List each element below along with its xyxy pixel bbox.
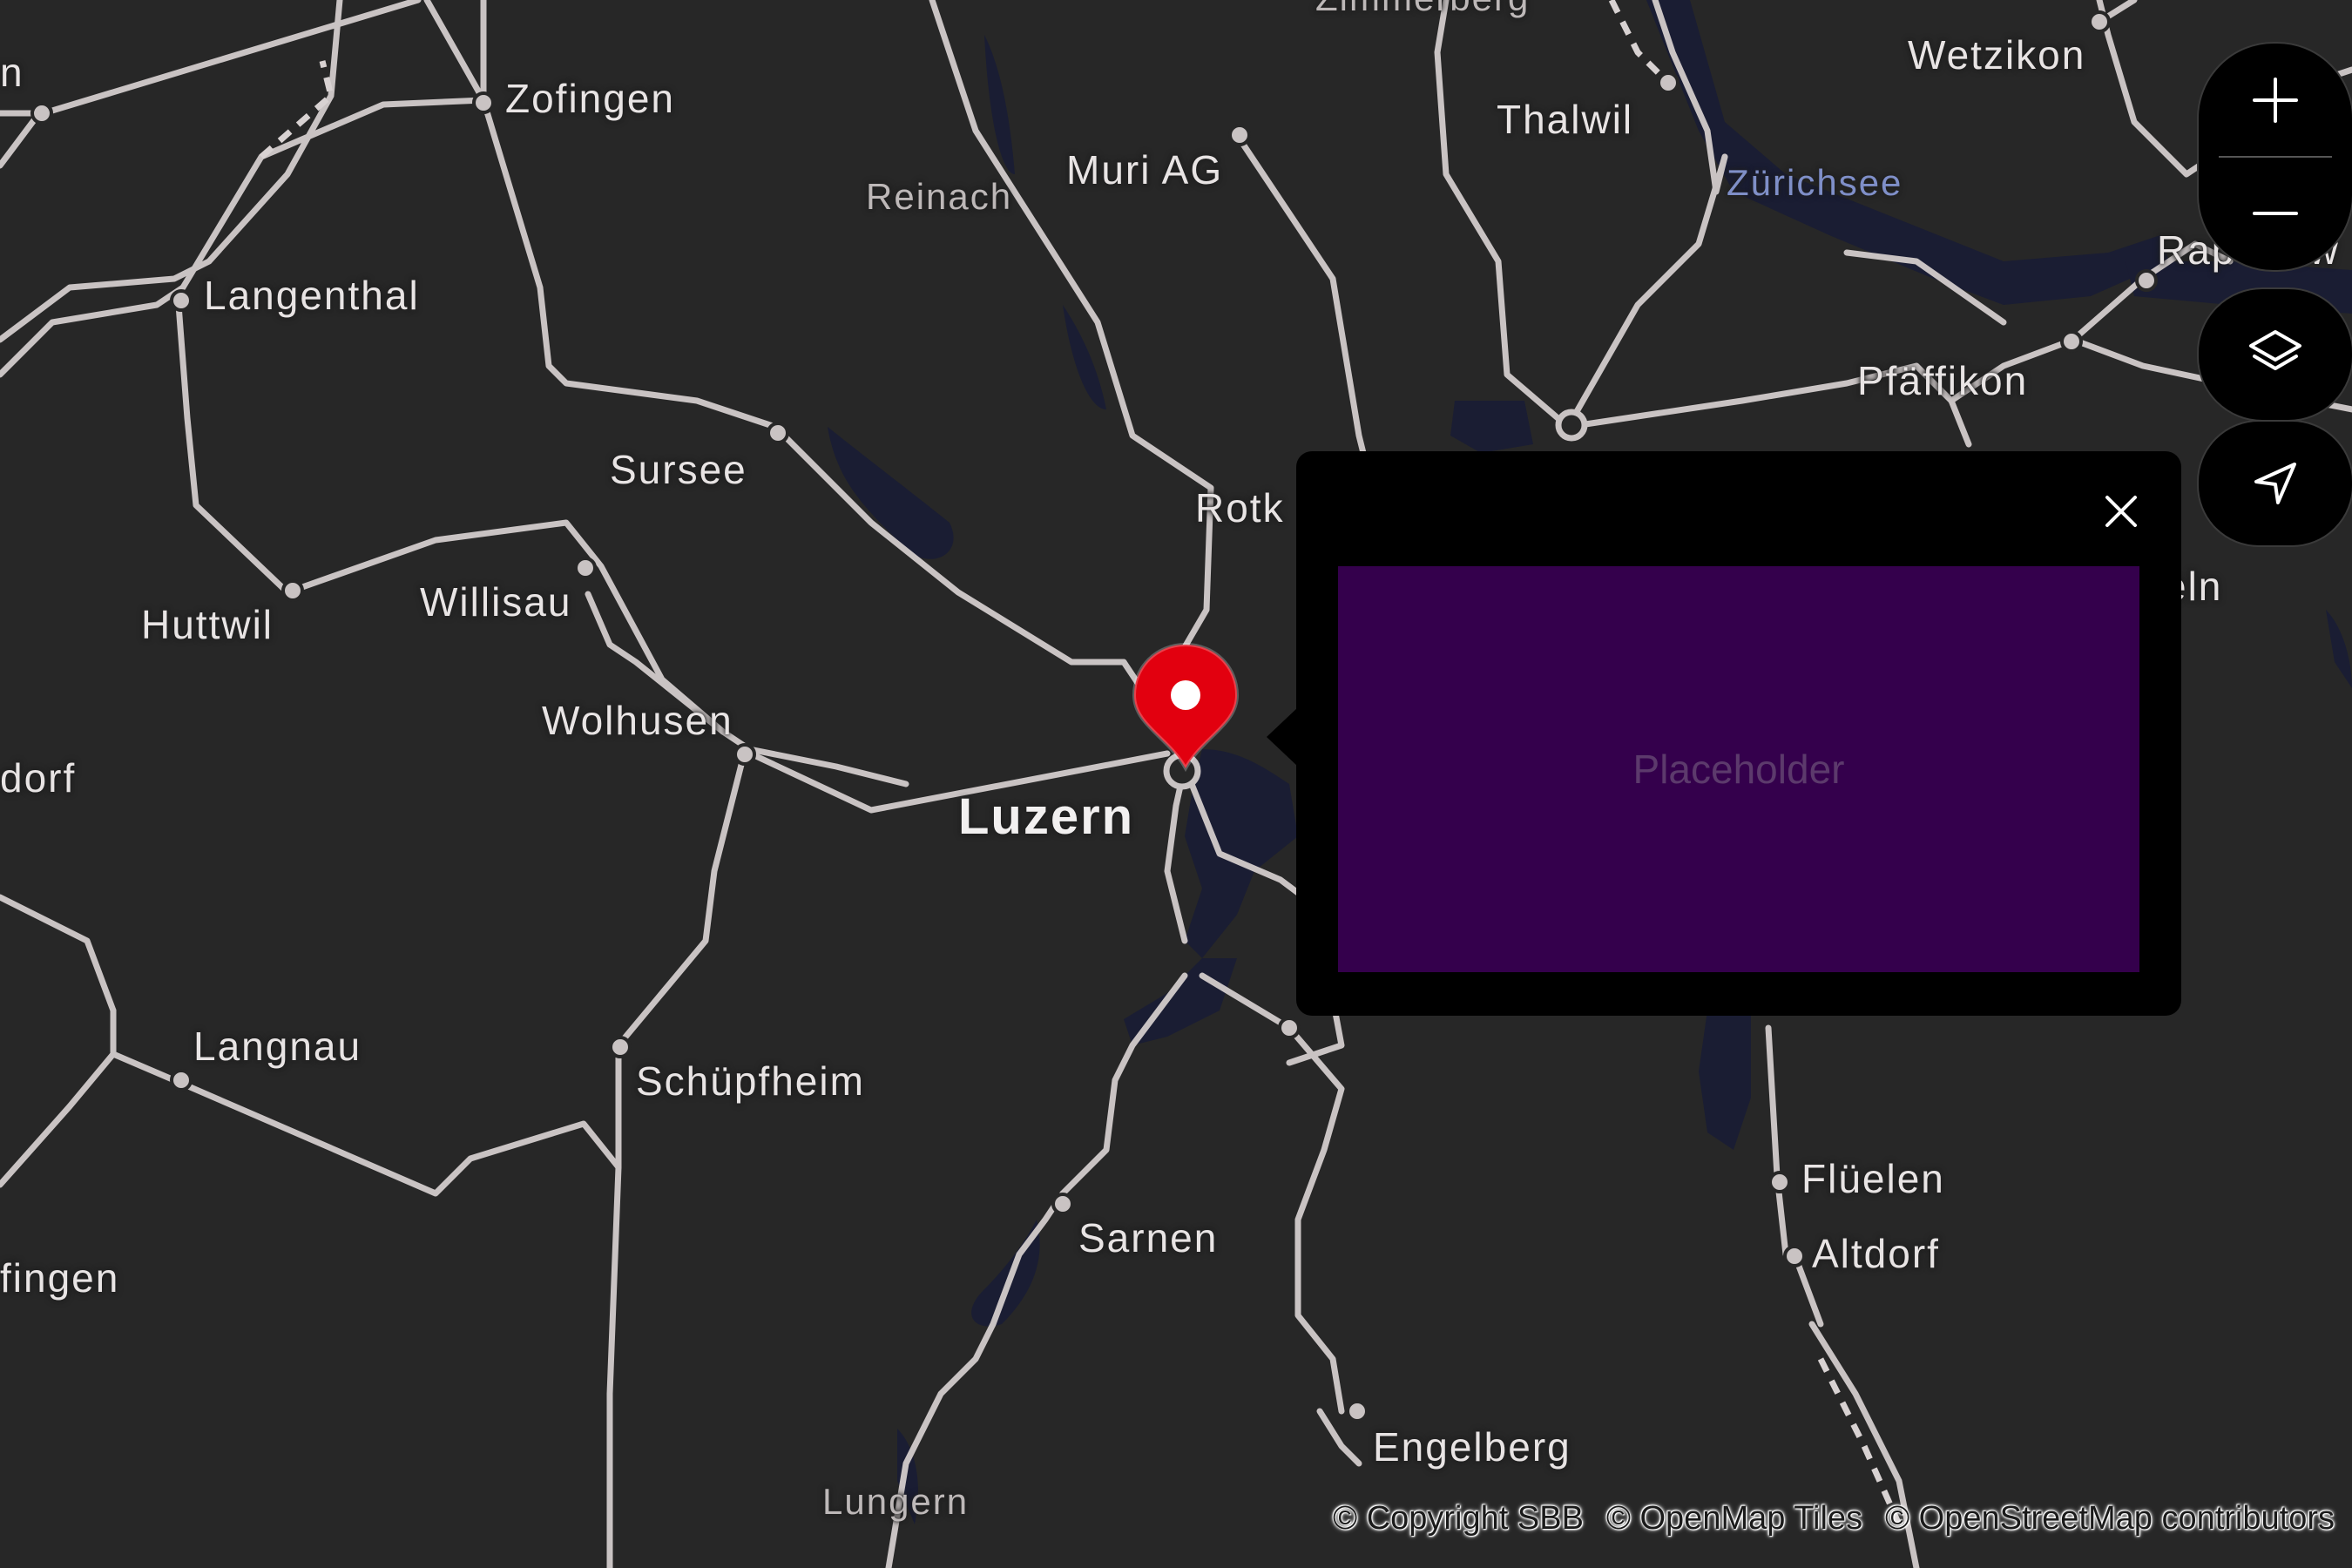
zoom-out-button[interactable] — [2199, 158, 2352, 270]
place-label-konolfingen: fingen — [0, 1255, 120, 1301]
layers-button[interactable] — [2197, 287, 2352, 422]
place-label-zimmerberg: Zimmerberg — [1315, 0, 1530, 19]
place-label-sarnen: Sarnen — [1078, 1215, 1219, 1260]
place-label-muri: Muri AG — [1066, 147, 1224, 193]
minus-icon — [2253, 212, 2298, 216]
place-label-pfaffikon: Pfäffikon — [1857, 358, 2029, 403]
place-label-reinach: Reinach — [866, 176, 1013, 217]
plus-icon — [2253, 77, 2298, 123]
attribution-openmaptiles[interactable]: © OpenMap Tiles — [1606, 1500, 1862, 1538]
locate-me-button[interactable] — [2197, 420, 2352, 547]
place-label-langenthal: Langenthal — [204, 273, 420, 318]
place-label-luzern: Luzern — [958, 788, 1135, 845]
zoom-controls — [2197, 42, 2352, 272]
popup-content-placeholder: Placeholder — [1338, 566, 2139, 972]
info-popup: Placeholder — [1296, 451, 2181, 1016]
navigation-arrow-icon — [2254, 463, 2296, 504]
place-label-schupfheim: Schüpfheim — [636, 1058, 865, 1104]
place-label-wolhusen: Wolhusen — [542, 698, 733, 743]
close-icon — [2105, 496, 2137, 527]
zoom-in-button[interactable] — [2199, 44, 2352, 156]
place-label-altdorf: Altdorf — [1812, 1231, 1940, 1276]
place-label-zofingen: Zofingen — [505, 76, 676, 121]
popup-pointer — [1267, 707, 1298, 767]
place-label-sursee: Sursee — [610, 447, 747, 492]
place-label-rotkreuz: Rotk — [1195, 485, 1285, 531]
layers-icon — [2249, 330, 2301, 370]
place-label-burgdorf: dorf — [0, 755, 77, 801]
map-attribution: © Copyright SBB © OpenMap Tiles © OpenSt… — [1333, 1500, 2335, 1538]
lake-label-zurichsee: Zürichsee — [1727, 162, 1903, 203]
place-label-langnau: Langnau — [193, 1024, 362, 1069]
attribution-sbb[interactable]: © Copyright SBB — [1333, 1500, 1584, 1538]
place-label-fluelen: Flüelen — [1801, 1156, 1945, 1201]
place-label-lungern: Lungern — [822, 1481, 970, 1522]
place-label-engelberg: Engelberg — [1373, 1424, 1571, 1470]
place-label-wetzikon: Wetzikon — [1908, 32, 2086, 78]
placeholder-text: Placeholder — [1632, 747, 1845, 792]
close-button[interactable] — [2098, 488, 2145, 535]
location-marker-pin[interactable] — [1129, 641, 1242, 772]
place-label-willisau: Willisau — [420, 579, 572, 625]
place-label-thalwil: Thalwil — [1497, 97, 1634, 142]
attribution-osm[interactable]: © OpenStreetMap contributors — [1885, 1500, 2335, 1538]
place-label-huttwil: Huttwil — [141, 602, 274, 647]
place-label-olten: n — [0, 50, 24, 95]
